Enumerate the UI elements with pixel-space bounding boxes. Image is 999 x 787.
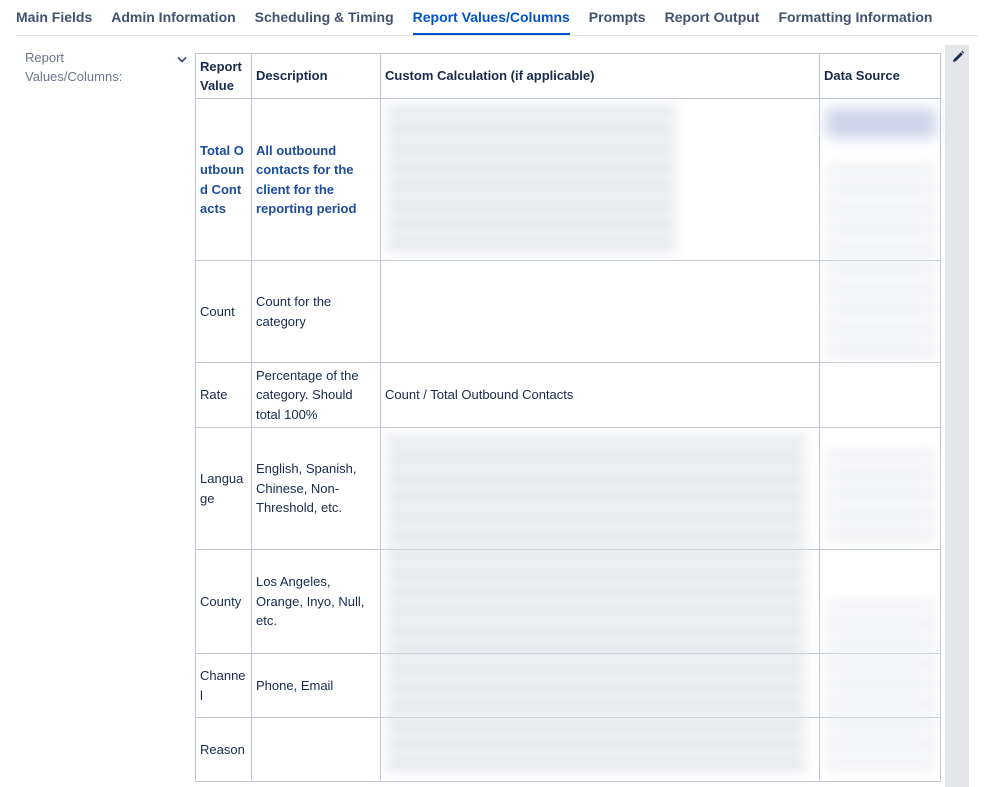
header-data-source: Data Source bbox=[819, 53, 941, 99]
header-description: Description bbox=[251, 53, 381, 99]
tab-formatting-information[interactable]: Formatting Information bbox=[778, 9, 932, 35]
cell-description: Phone, Email bbox=[251, 653, 381, 718]
cell-data-source bbox=[819, 362, 941, 428]
tab-bar: Main Fields Admin Information Scheduling… bbox=[16, 0, 978, 36]
tab-scheduling-timing[interactable]: Scheduling & Timing bbox=[255, 9, 394, 35]
header-report-value: Report Value bbox=[195, 53, 252, 99]
scrollbar[interactable] bbox=[945, 45, 969, 787]
cell-description: All outbound contacts for the client for… bbox=[251, 98, 381, 261]
tab-admin-information[interactable]: Admin Information bbox=[111, 9, 235, 35]
redacted-data-source-block bbox=[826, 165, 936, 365]
cell-report-value: Total Outbound Contacts bbox=[195, 98, 252, 261]
redacted-data-source-block bbox=[826, 450, 936, 545]
redacted-calculation-block bbox=[386, 106, 676, 256]
field-label: Report Values/Columns: bbox=[25, 50, 123, 84]
cell-report-value: County bbox=[195, 549, 252, 654]
cell-description: Percentage of the category. Should total… bbox=[251, 362, 381, 428]
tab-prompts[interactable]: Prompts bbox=[589, 9, 646, 35]
cell-description: Count for the category bbox=[251, 260, 381, 363]
chevron-down-icon[interactable] bbox=[174, 52, 190, 68]
cell-description: Los Angeles, Orange, Inyo, Null, etc. bbox=[251, 549, 381, 654]
cell-description: English, Spanish, Chinese, Non-Threshold… bbox=[251, 427, 381, 550]
header-custom-calculation: Custom Calculation (if applicable) bbox=[380, 53, 820, 99]
redacted-data-source-block bbox=[826, 600, 936, 770]
pencil-icon[interactable] bbox=[950, 49, 966, 65]
redacted-data-source-block bbox=[826, 108, 936, 138]
redacted-calculation-block bbox=[386, 436, 806, 776]
cell-description bbox=[251, 717, 381, 782]
cell-report-value: Reason bbox=[195, 717, 252, 782]
table-row: Rate Percentage of the category. Should … bbox=[195, 362, 941, 428]
tab-main-fields[interactable]: Main Fields bbox=[16, 9, 92, 35]
tab-report-output[interactable]: Report Output bbox=[665, 9, 760, 35]
cell-custom-calculation: Count / Total Outbound Contacts bbox=[380, 362, 820, 428]
cell-report-value: Language bbox=[195, 427, 252, 550]
cell-report-value: Count bbox=[195, 260, 252, 363]
table-header-row: Report Value Description Custom Calculat… bbox=[195, 53, 941, 99]
tab-report-values-columns[interactable]: Report Values/Columns bbox=[412, 9, 570, 35]
cell-custom-calculation bbox=[380, 260, 820, 363]
cell-report-value: Channel bbox=[195, 653, 252, 718]
cell-report-value: Rate bbox=[195, 362, 252, 428]
